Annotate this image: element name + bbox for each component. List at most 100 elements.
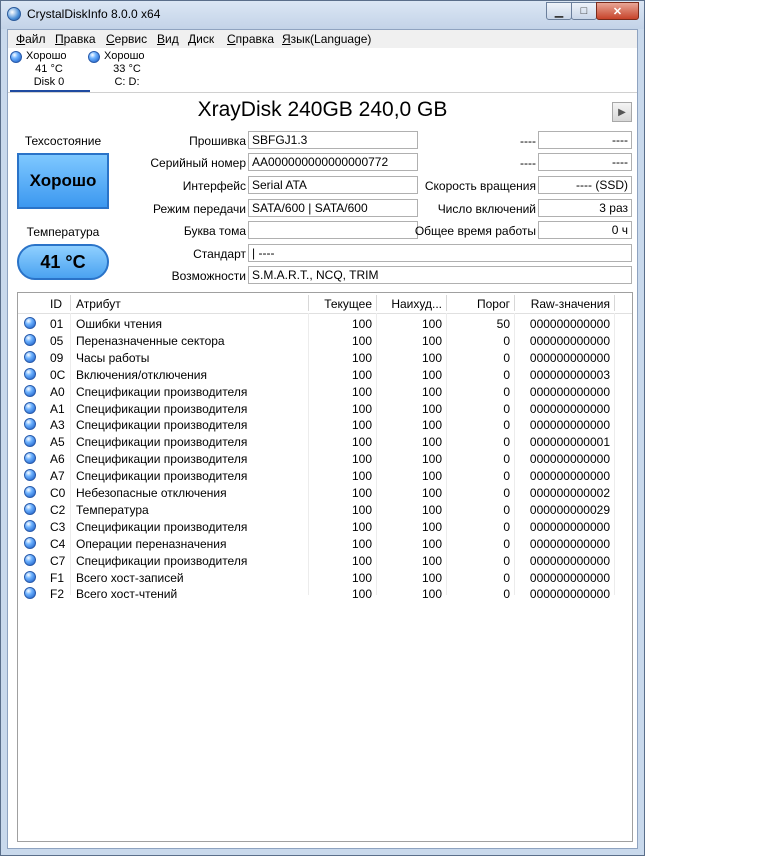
active-tab-indicator xyxy=(10,90,90,92)
next-disk-button[interactable]: ▶ xyxy=(612,102,632,122)
col-header-id[interactable]: ID xyxy=(50,297,62,311)
menu-file[interactable]: Файл xyxy=(16,32,46,46)
attr-threshold: 0 xyxy=(503,452,510,467)
table-row[interactable]: F1 Всего хост-записей 100 100 0 000000000000 xyxy=(18,569,618,586)
table-row[interactable]: A1 Спецификации производителя 100 100 0 00000… xyxy=(18,400,618,417)
attr-threshold: 0 xyxy=(503,570,510,585)
col-header-worst[interactable]: Наихуд... xyxy=(382,297,442,311)
reserved-label-2: ---- xyxy=(520,156,536,170)
table-row[interactable]: A6 Спецификации производителя 100 100 0 00000… xyxy=(18,450,618,467)
smart-table[interactable]: ID Атрибут Текущее Наихуд... Порог Raw-з… xyxy=(17,292,633,842)
attr-worst: 100 xyxy=(421,553,442,568)
disk-tab-1[interactable]: Хорошо 33 °C C: D: xyxy=(88,48,166,92)
status-good-icon xyxy=(24,553,36,566)
temperature-label: Температура xyxy=(26,225,100,239)
attr-worst: 100 xyxy=(421,435,442,450)
table-row[interactable]: C4 Операции переназначения 100 100 0 00000000… xyxy=(18,535,618,552)
transfer-mode-label: Режим передачи xyxy=(153,202,246,216)
table-row[interactable]: 09 Часы работы 100 100 0 000000000000 xyxy=(18,349,618,366)
attr-worst: 100 xyxy=(421,519,442,534)
attr-raw: 000000000003 xyxy=(529,367,610,382)
attr-id: A0 xyxy=(50,384,65,399)
attr-current: 100 xyxy=(351,333,372,348)
table-row[interactable]: C7 Спецификации производителя 100 100 0 00000… xyxy=(18,552,618,569)
table-row[interactable]: C0 Небезопасные отключения 100 100 0 00000000… xyxy=(18,484,618,501)
attr-name: Переназначенные сектора xyxy=(76,333,225,348)
attr-raw: 000000000000 xyxy=(529,452,610,467)
disk-temp: 33 °C xyxy=(113,63,141,75)
status-good-icon xyxy=(10,50,22,63)
attr-id: C3 xyxy=(50,519,66,534)
status-good-icon xyxy=(24,401,36,414)
table-row[interactable]: 01 Ошибки чтения 100 100 50 000000000000 xyxy=(18,315,618,332)
disk-status: Хорошо xyxy=(26,50,67,62)
attr-current: 100 xyxy=(351,401,372,416)
attr-current: 100 xyxy=(351,418,372,433)
close-button[interactable]: ✕ xyxy=(596,2,639,20)
attr-raw: 000000000000 xyxy=(529,587,610,602)
attr-raw: 000000000002 xyxy=(529,486,610,500)
rotation-speed-field: ---- (SSD) xyxy=(538,176,632,194)
maximize-button[interactable]: □ xyxy=(571,2,597,20)
attr-worst: 100 xyxy=(421,502,442,517)
attr-name: Всего хост-записей xyxy=(76,570,184,585)
menu-view[interactable]: Вид xyxy=(157,32,179,46)
status-good-icon xyxy=(24,536,36,549)
menu-language[interactable]: Язык(Language) xyxy=(282,32,371,46)
menu-bar: Файл Правка Сервис Вид Диск Справка Язык… xyxy=(8,30,637,49)
attr-worst: 100 xyxy=(421,486,442,500)
attr-raw: 000000000000 xyxy=(529,469,610,484)
table-row[interactable]: A0 Спецификации производителя 100 100 0 00000… xyxy=(18,383,618,400)
attr-current: 100 xyxy=(351,350,372,365)
play-icon: ▶ xyxy=(618,106,626,118)
temperature-badge[interactable]: 41 °C xyxy=(17,244,109,280)
status-good-icon xyxy=(24,486,36,498)
minimize-button[interactable]: ▁ xyxy=(546,2,572,20)
attr-current: 100 xyxy=(351,384,372,399)
col-header-threshold[interactable]: Порог xyxy=(452,297,510,311)
rotation-speed-label: Скорость вращения xyxy=(424,179,536,193)
table-row[interactable]: F2 Всего хост-чтений 100 100 0 000000000000 xyxy=(18,585,618,602)
table-row[interactable]: A3 Спецификации производителя 100 100 0 00000… xyxy=(18,416,618,433)
col-header-current[interactable]: Текущее xyxy=(314,297,372,311)
attr-current: 100 xyxy=(351,317,372,331)
attr-id: A1 xyxy=(50,401,65,416)
attr-current: 100 xyxy=(351,367,372,382)
power-count-label: Число включений xyxy=(437,202,536,216)
title-bar[interactable]: CrystalDiskInfo 8.0.0 x64 ▁ □ ✕ xyxy=(1,1,644,29)
power-count-field: 3 раз xyxy=(538,199,632,217)
attr-current: 100 xyxy=(351,570,372,585)
attr-id: 0C xyxy=(50,367,66,382)
attr-threshold: 0 xyxy=(503,418,510,433)
attr-id: 05 xyxy=(50,333,64,348)
attr-id: F1 xyxy=(50,570,65,585)
table-row[interactable]: 05 Переназначенные сектора 100 100 0 00000000… xyxy=(18,332,618,349)
attr-raw: 000000000000 xyxy=(529,333,610,348)
menu-disk[interactable]: Диск xyxy=(188,32,214,46)
attr-name: Спецификации производителя xyxy=(76,469,248,484)
attr-name: Температура xyxy=(76,502,149,517)
status-good-icon xyxy=(24,435,36,448)
table-row[interactable]: C3 Спецификации производителя 100 100 0 00000… xyxy=(18,518,618,535)
table-row[interactable]: C2 Температура 100 100 0 000000000029 xyxy=(18,501,618,518)
status-good-icon xyxy=(24,317,36,329)
menu-edit[interactable]: Правка xyxy=(55,32,96,46)
attr-raw: 000000000000 xyxy=(529,536,610,551)
firmware-field: SBFGJ1.3 xyxy=(248,131,418,149)
attr-worst: 100 xyxy=(421,350,442,365)
health-status-badge[interactable]: Хорошо xyxy=(17,153,109,209)
app-window: CrystalDiskInfo 8.0.0 x64 ▁ □ ✕ Файл Пра… xyxy=(0,0,645,856)
status-good-icon xyxy=(24,587,36,600)
col-header-attribute[interactable]: Атрибут xyxy=(76,297,121,311)
reserved-field-2: ---- xyxy=(538,153,632,171)
power-hours-field: 0 ч xyxy=(538,221,632,239)
menu-service[interactable]: Сервис xyxy=(106,32,147,46)
table-row[interactable]: 0C Включения/отключения 100 100 0 00000000000… xyxy=(18,366,618,383)
menu-help[interactable]: Справка xyxy=(227,32,274,46)
close-icon: ✕ xyxy=(612,5,623,18)
serial-label: Серийный номер xyxy=(150,156,246,170)
table-row[interactable]: A7 Спецификации производителя 100 100 0 00000… xyxy=(18,467,618,484)
disk-tab-0[interactable]: Хорошо 41 °C Disk 0 xyxy=(10,48,90,92)
col-header-raw[interactable]: Raw-значения xyxy=(520,297,610,311)
table-row[interactable]: A5 Спецификации производителя 100 100 0 00000… xyxy=(18,433,618,450)
